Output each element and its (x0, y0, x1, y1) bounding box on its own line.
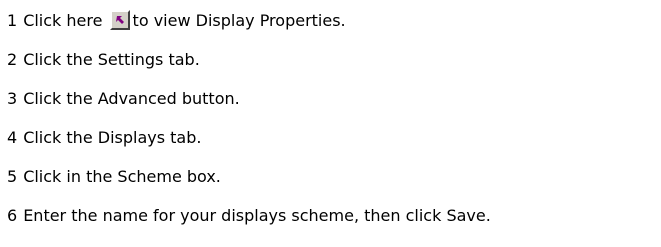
step-2: 2 Click the Settings tab. (7, 47, 200, 73)
step-number: 1 (7, 11, 18, 30)
shortcut-arrow-icon[interactable] (109, 10, 130, 30)
arrow-glyph (115, 16, 124, 24)
step-1: 1 Click here to view Display Properties. (7, 8, 346, 34)
step-text-after: to view Display Properties. (132, 11, 346, 30)
step-6: 6 Enter the name for your displays scheme… (7, 203, 491, 229)
step-number: 5 (7, 167, 18, 186)
step-text: Click the Displays tab. (23, 128, 202, 147)
step-text: Click the Settings tab. (23, 50, 200, 69)
procedure-steps: 1 Click here to view Display Properties. … (0, 0, 661, 247)
step-4: 4 Click the Displays tab. (7, 125, 201, 151)
step-text: Enter the name for your displays scheme,… (23, 206, 491, 225)
step-text: Click in the Scheme box. (23, 167, 221, 186)
step-number: 6 (7, 206, 18, 225)
step-3: 3 Click the Advanced button. (7, 86, 240, 112)
step-text: Click here (23, 11, 103, 30)
step-number: 3 (7, 89, 18, 108)
step-number: 4 (7, 128, 18, 147)
step-5: 5 Click in the Scheme box. (7, 164, 221, 190)
step-text: Click the Advanced button. (23, 89, 240, 108)
step-number: 2 (7, 50, 18, 69)
